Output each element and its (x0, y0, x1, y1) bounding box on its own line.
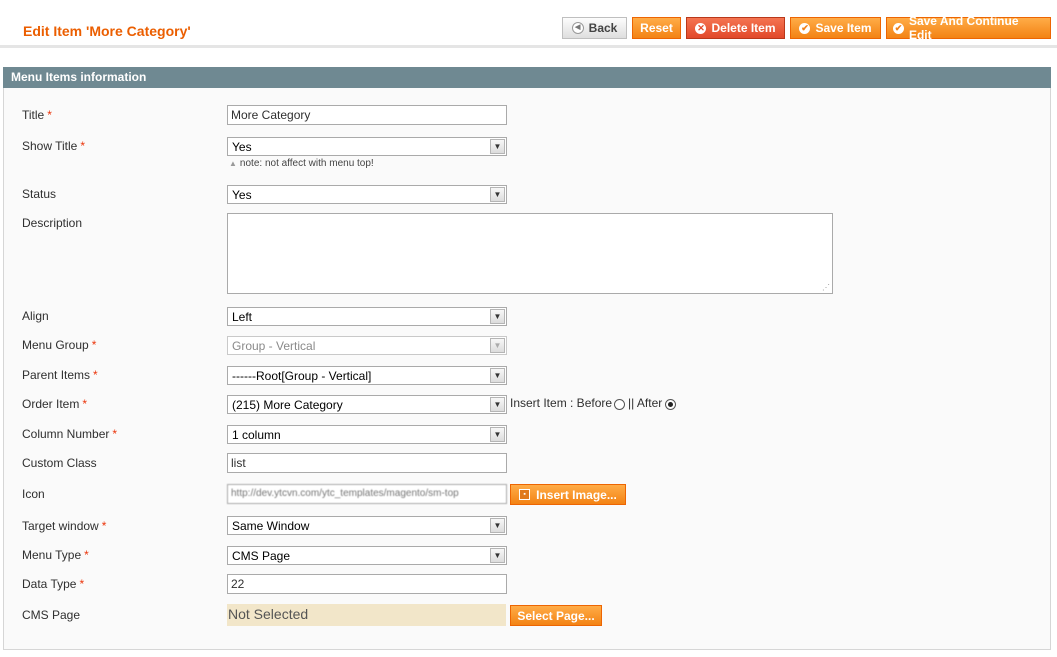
data-type-input[interactable] (227, 574, 507, 594)
status-select[interactable]: Yes ▼ (227, 185, 507, 204)
description-label: Description (22, 216, 83, 230)
save-button-label: Save Item (815, 21, 872, 35)
chevron-down-icon: ▼ (490, 338, 505, 353)
status-label: Status (22, 187, 57, 201)
show-title-label: Show Title * (22, 139, 86, 153)
show-title-select[interactable]: Yes ▼ (227, 137, 507, 156)
delete-item-button[interactable]: ✕ Delete Item (686, 17, 785, 39)
align-label: Align (22, 309, 49, 323)
insert-before-radio[interactable] (614, 399, 625, 410)
menu-type-select[interactable]: CMS Page ▼ (227, 546, 507, 565)
chevron-down-icon: ▼ (490, 518, 505, 533)
target-window-select[interactable]: Same Window ▼ (227, 516, 507, 535)
chevron-down-icon: ▼ (490, 309, 505, 324)
image-icon: ▪ (519, 489, 531, 500)
menu-type-label: Menu Type * (22, 548, 89, 562)
icon-label: Icon (22, 487, 45, 501)
cms-page-label: CMS Page (22, 608, 81, 622)
column-number-select[interactable]: 1 column ▼ (227, 425, 507, 444)
insert-item-label: Insert Item : Before (510, 396, 613, 410)
chevron-down-icon: ▼ (490, 427, 505, 442)
custom-class-label: Custom Class (22, 456, 97, 470)
delete-x-icon: ✕ (695, 22, 707, 34)
title-label: Title * (22, 108, 52, 122)
reset-button[interactable]: Reset (632, 17, 681, 39)
menu-items-fieldset (3, 67, 1051, 650)
resize-grip-icon[interactable]: ⋰ (822, 283, 830, 292)
delete-button-label: Delete Item (711, 21, 776, 35)
insert-after-label: || After (628, 396, 663, 410)
back-arrow-icon: ◀ (571, 22, 584, 34)
back-button-label: Back (588, 21, 618, 35)
save-continue-button[interactable]: ✔ Save And Continue Edit (886, 14, 1051, 42)
title-divider (0, 45, 1057, 48)
cms-page-value: Not Selected (227, 604, 506, 626)
parent-items-label: Parent Items * (22, 368, 98, 382)
menu-group-select: Group - Vertical ▼ (227, 336, 507, 355)
description-textarea[interactable]: ⋰ (227, 213, 833, 294)
save-continue-button-label: Save And Continue Edit (908, 14, 1019, 42)
icon-input[interactable]: http://dev.ytcvn.com/ytc_templates/magen… (227, 484, 507, 504)
data-type-label: Data Type * (22, 577, 85, 591)
order-item-label: Order Item * (22, 397, 88, 411)
title-input[interactable] (227, 105, 507, 125)
check-icon: ✔ (893, 22, 904, 34)
show-title-note: ▲ note: not affect with menu top! (229, 158, 374, 169)
custom-class-input[interactable] (227, 453, 507, 473)
chevron-down-icon: ▼ (490, 187, 505, 202)
section-header: Menu Items information (3, 67, 1051, 88)
insert-image-button[interactable]: ▪ Insert Image... (510, 484, 626, 505)
reset-button-label: Reset (640, 21, 673, 35)
select-page-button[interactable]: Select Page... (510, 605, 602, 626)
page-title: Edit Item 'More Category' (23, 23, 191, 39)
target-window-label: Target window * (22, 519, 107, 533)
insert-after-radio[interactable] (665, 399, 676, 410)
back-button[interactable]: ◀ Back (562, 17, 627, 39)
chevron-down-icon: ▼ (490, 139, 505, 154)
save-item-button[interactable]: ✔ Save Item (790, 17, 881, 39)
order-item-select[interactable]: (215) More Category ▼ (227, 395, 507, 414)
align-select[interactable]: Left ▼ (227, 307, 507, 326)
check-icon: ✔ (799, 22, 811, 34)
column-number-label: Column Number * (22, 427, 118, 441)
chevron-down-icon: ▼ (490, 548, 505, 563)
menu-group-label: Menu Group * (22, 338, 97, 352)
chevron-down-icon: ▼ (490, 368, 505, 383)
chevron-down-icon: ▼ (490, 397, 505, 412)
insert-image-label: Insert Image... (536, 487, 617, 502)
triangle-up-icon: ▲ (229, 159, 237, 168)
parent-items-select[interactable]: ------Root[Group - Vertical] ▼ (227, 366, 507, 385)
